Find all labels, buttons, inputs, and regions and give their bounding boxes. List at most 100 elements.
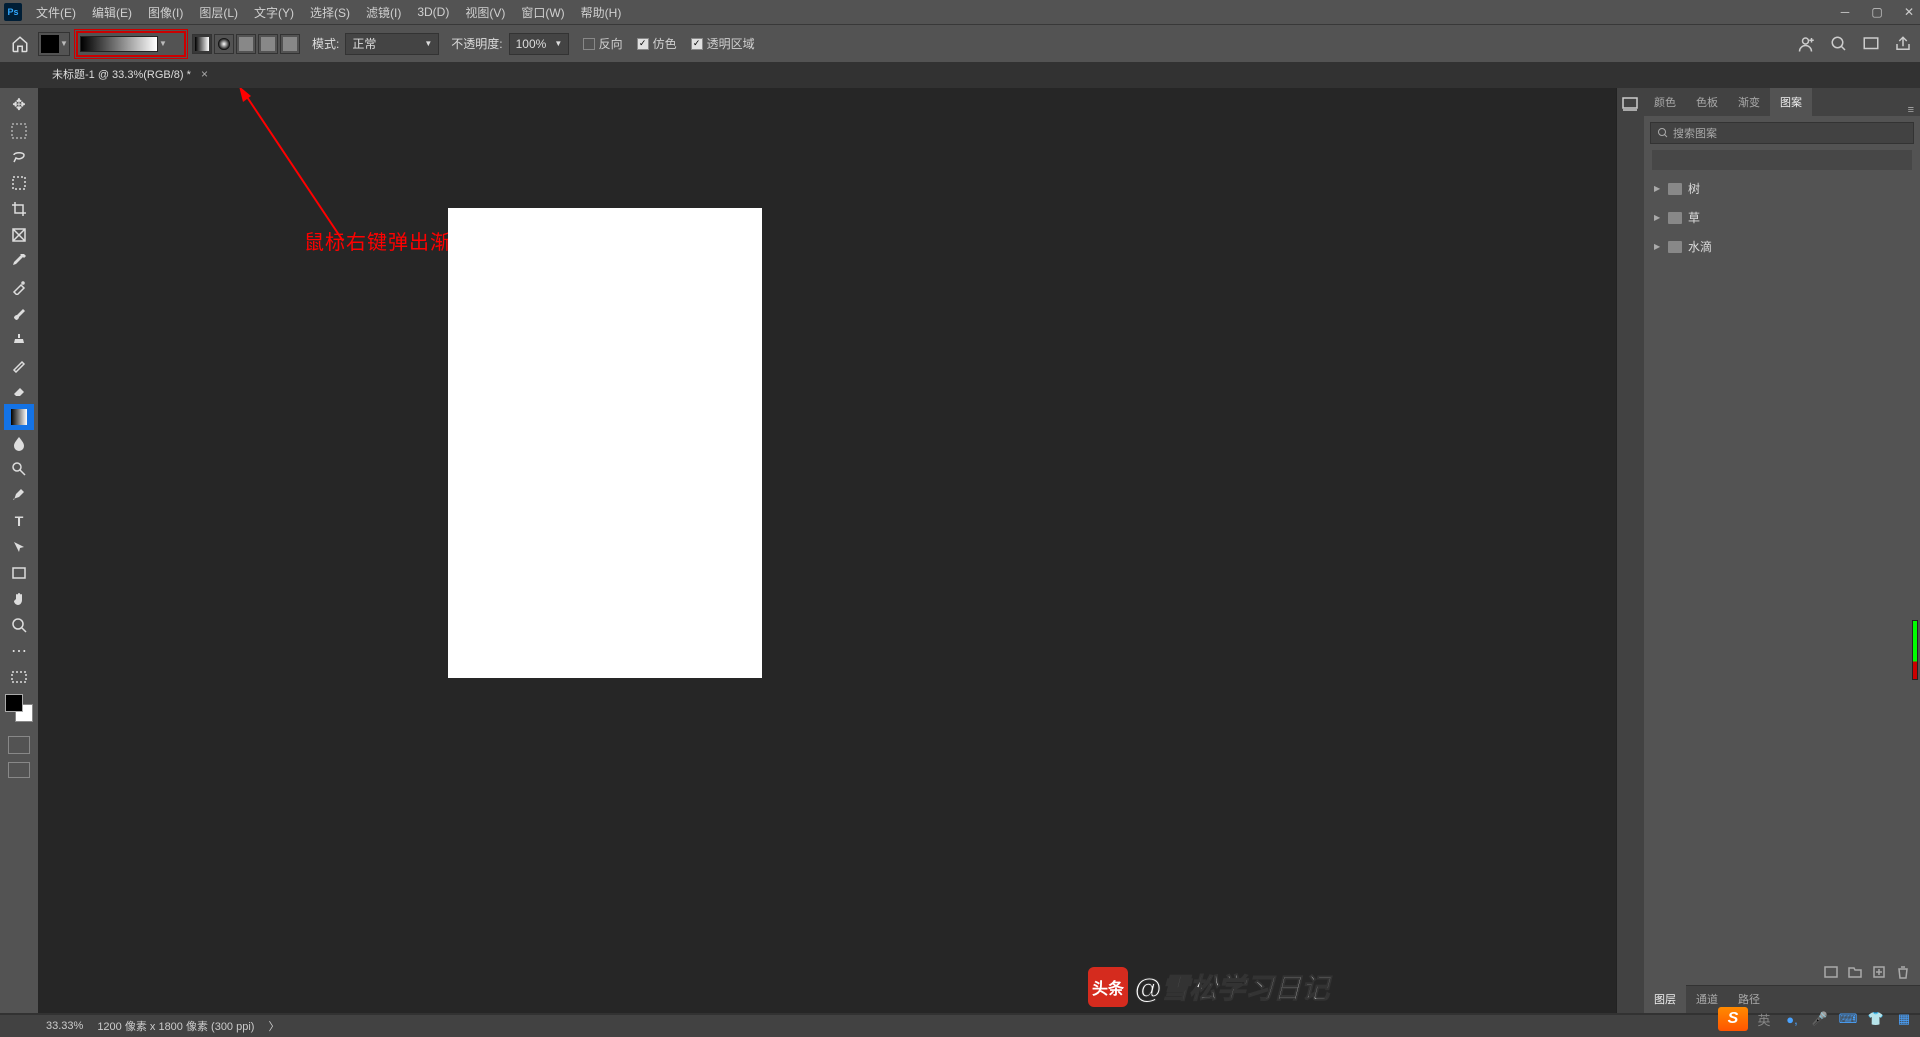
dither-checkbox[interactable]: ✓仿色 bbox=[637, 35, 677, 52]
dodge-tool[interactable] bbox=[4, 456, 34, 482]
healing-brush-tool[interactable] bbox=[4, 274, 34, 300]
tab-layers[interactable]: 图层 bbox=[1644, 985, 1686, 1013]
menu-view[interactable]: 视图(V) bbox=[457, 1, 513, 24]
gradient-tool[interactable] bbox=[4, 404, 34, 430]
menu-image[interactable]: 图像(I) bbox=[140, 1, 191, 24]
arrange-docs-icon[interactable] bbox=[1862, 35, 1880, 53]
pattern-folder[interactable]: ▶水滴 bbox=[1652, 232, 1912, 261]
opacity-input[interactable]: 100%▼ bbox=[509, 33, 569, 55]
zoom-tool[interactable] bbox=[4, 612, 34, 638]
rectangle-tool[interactable] bbox=[4, 560, 34, 586]
status-zoom[interactable]: 33.33% bbox=[46, 1020, 83, 1032]
document-tab-bar: 未标题-1 @ 33.3%(RGB/8) * × bbox=[0, 62, 1920, 88]
delete-icon[interactable] bbox=[1896, 965, 1910, 979]
gradient-preset-picker[interactable]: ▼ bbox=[76, 31, 186, 57]
mode-label: 模式: bbox=[312, 35, 339, 52]
ime-toolbox-icon[interactable]: ▦ bbox=[1892, 1007, 1916, 1031]
history-brush-tool[interactable] bbox=[4, 352, 34, 378]
ime-skin-icon[interactable]: 👕 bbox=[1864, 1007, 1888, 1031]
window-minimize-icon[interactable]: ─ bbox=[1838, 5, 1852, 19]
canvas-area[interactable]: 鼠标右键弹出渐变编辑器 bbox=[38, 88, 1616, 1013]
foreground-color[interactable] bbox=[5, 694, 23, 712]
share-icon[interactable] bbox=[1894, 35, 1912, 53]
crop-tool[interactable] bbox=[4, 196, 34, 222]
tab-color[interactable]: 颜色 bbox=[1644, 88, 1686, 116]
gradient-tool-swatch[interactable]: ▼ bbox=[38, 32, 70, 56]
lasso-tool[interactable] bbox=[4, 144, 34, 170]
screen-mode-toggle[interactable] bbox=[8, 762, 30, 778]
tab-gradients[interactable]: 渐变 bbox=[1728, 88, 1770, 116]
menu-bar: Ps 文件(E) 编辑(E) 图像(I) 图层(L) 文字(Y) 选择(S) 滤… bbox=[0, 0, 1920, 24]
window-maximize-icon[interactable]: ▢ bbox=[1870, 5, 1884, 19]
collapsed-panel-dock bbox=[1616, 88, 1644, 1013]
eraser-tool[interactable] bbox=[4, 378, 34, 404]
options-bar: ▼ ▼ 模式: 正常▼ 不透明度: 100%▼ 反向 ✓仿色 ✓透明区域 bbox=[0, 24, 1920, 62]
type-tool[interactable]: T bbox=[4, 508, 34, 534]
hand-tool[interactable] bbox=[4, 586, 34, 612]
ime-logo-icon[interactable]: S bbox=[1718, 1007, 1748, 1031]
gradient-reflected-icon[interactable] bbox=[258, 34, 278, 54]
gradient-preview bbox=[80, 36, 158, 52]
cloud-user-icon[interactable] bbox=[1798, 35, 1816, 53]
ime-lang-button[interactable]: 英 bbox=[1752, 1007, 1776, 1031]
scroll-indicator-icon bbox=[1912, 620, 1918, 680]
gradient-linear-icon[interactable] bbox=[192, 34, 212, 54]
quick-select-tool[interactable] bbox=[4, 170, 34, 196]
window-close-icon[interactable]: ✕ bbox=[1902, 5, 1916, 19]
path-select-tool[interactable] bbox=[4, 534, 34, 560]
menu-file[interactable]: 文件(E) bbox=[28, 1, 84, 24]
blend-mode-select[interactable]: 正常▼ bbox=[345, 33, 439, 55]
pen-tool[interactable] bbox=[4, 482, 34, 508]
pattern-folder[interactable]: ▶树 bbox=[1652, 174, 1912, 203]
new-item-icon[interactable] bbox=[1872, 965, 1886, 979]
menu-select[interactable]: 选择(S) bbox=[302, 1, 358, 24]
home-button[interactable] bbox=[8, 32, 32, 56]
eyedropper-tool[interactable] bbox=[4, 248, 34, 274]
menu-3d[interactable]: 3D(D) bbox=[409, 2, 457, 22]
close-tab-icon[interactable]: × bbox=[201, 67, 208, 81]
watermark: 头条 @雪松学习日记 bbox=[1088, 967, 1329, 1007]
ime-keyboard-icon[interactable]: ⌨ bbox=[1836, 1007, 1860, 1031]
more-tools-icon[interactable]: ⋯ bbox=[4, 638, 34, 664]
top-panel-tabs: 颜色 色板 渐变 图案 ≡ bbox=[1644, 88, 1920, 116]
gradient-angle-icon[interactable] bbox=[236, 34, 256, 54]
artboard-canvas[interactable] bbox=[448, 208, 762, 678]
transparency-checkbox[interactable]: ✓透明区域 bbox=[691, 35, 755, 52]
dock-icon[interactable] bbox=[1621, 96, 1641, 116]
menu-edit[interactable]: 编辑(E) bbox=[84, 1, 140, 24]
edit-toolbar-icon[interactable] bbox=[4, 664, 34, 690]
chevron-down-icon: ▼ bbox=[59, 39, 69, 48]
save-preset-icon[interactable] bbox=[1824, 965, 1838, 979]
move-tool[interactable]: ✥ bbox=[4, 92, 34, 118]
document-tab[interactable]: 未标题-1 @ 33.3%(RGB/8) * × bbox=[44, 62, 216, 88]
ime-toolbar: S 英 ●, 🎤 ⌨ 👕 ▦ bbox=[1718, 1005, 1916, 1033]
menu-window[interactable]: 窗口(W) bbox=[513, 1, 572, 24]
clone-stamp-tool[interactable] bbox=[4, 326, 34, 352]
menu-layer[interactable]: 图层(L) bbox=[191, 1, 246, 24]
ime-punct-icon[interactable]: ●, bbox=[1780, 1007, 1804, 1031]
brush-tool[interactable] bbox=[4, 300, 34, 326]
chevron-down-icon: ▼ bbox=[158, 39, 168, 48]
frame-tool[interactable] bbox=[4, 222, 34, 248]
ime-mic-icon[interactable]: 🎤 bbox=[1808, 1007, 1832, 1031]
panel-menu-icon[interactable]: ≡ bbox=[1902, 104, 1920, 116]
pattern-search-input[interactable]: 搜索图案 bbox=[1650, 122, 1914, 144]
gradient-diamond-icon[interactable] bbox=[280, 34, 300, 54]
blur-tool[interactable] bbox=[4, 430, 34, 456]
tab-swatches[interactable]: 色板 bbox=[1686, 88, 1728, 116]
pattern-folder[interactable]: ▶草 bbox=[1652, 203, 1912, 232]
new-folder-icon[interactable] bbox=[1848, 965, 1862, 979]
menu-filter[interactable]: 滤镜(I) bbox=[358, 1, 409, 24]
tab-patterns[interactable]: 图案 bbox=[1770, 88, 1812, 116]
color-swatches[interactable] bbox=[5, 694, 33, 722]
search-icon bbox=[1657, 127, 1669, 139]
status-caret-icon[interactable]: 〉 bbox=[268, 1018, 279, 1034]
app-logo: Ps bbox=[4, 3, 22, 21]
marquee-tool[interactable] bbox=[4, 118, 34, 144]
reverse-checkbox[interactable]: 反向 bbox=[583, 35, 623, 52]
gradient-radial-icon[interactable] bbox=[214, 34, 234, 54]
menu-type[interactable]: 文字(Y) bbox=[246, 1, 302, 24]
search-icon[interactable] bbox=[1830, 35, 1848, 53]
menu-help[interactable]: 帮助(H) bbox=[573, 1, 630, 24]
quick-mask-toggle[interactable] bbox=[8, 736, 30, 754]
